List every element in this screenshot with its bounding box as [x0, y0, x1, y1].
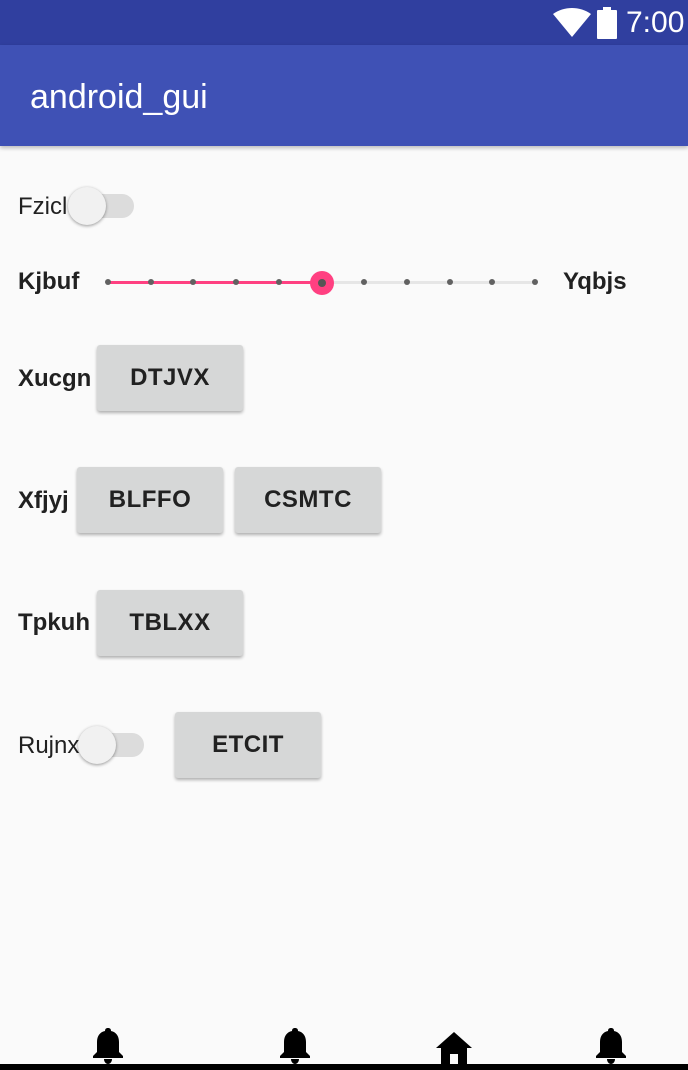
seekbar-tick: [361, 279, 368, 285]
bell-icon[interactable]: [278, 1026, 312, 1064]
switch-thumb: [78, 726, 116, 764]
status-time: 7:00: [626, 6, 685, 39]
tblxx-button[interactable]: TBLXX: [97, 590, 243, 656]
wifi-icon: [553, 8, 591, 37]
seekbar-tick: [446, 279, 453, 285]
seekbar-progress: [108, 281, 322, 284]
seekbar-tick: [275, 279, 282, 285]
bell-icon[interactable]: [594, 1026, 628, 1064]
seekbar-tick: [532, 279, 538, 285]
csmtc-button[interactable]: CSMTC: [235, 467, 381, 533]
app-bar: android_gui: [0, 45, 688, 146]
rujnx-switch[interactable]: [78, 725, 148, 765]
seekbar-tick: [489, 279, 496, 285]
rujnx-label: Rujnx: [18, 732, 80, 759]
seekbar-tick: [105, 279, 111, 285]
nav-bar-base: [0, 1064, 688, 1070]
app-title: android_gui: [30, 78, 208, 116]
battery-icon: [597, 7, 617, 39]
tpkuh-label: Tpkuh: [18, 609, 90, 636]
dtjvx-button[interactable]: DTJVX: [97, 345, 243, 411]
slider-right-label: Yqbjs: [563, 268, 627, 295]
switch-thumb: [68, 187, 106, 225]
fzicl-switch[interactable]: [68, 186, 138, 226]
fzicl-label: Fzicl: [18, 193, 68, 220]
seekbar-tick: [147, 279, 154, 285]
bell-icon[interactable]: [91, 1026, 125, 1064]
seekbar-tick: [190, 279, 197, 285]
status-bar: 7:00: [0, 0, 688, 45]
home-icon[interactable]: [436, 1026, 472, 1064]
blffo-button[interactable]: BLFFO: [77, 467, 223, 533]
xucgn-label: Xucgn: [18, 365, 92, 392]
etcit-button[interactable]: ETCIT: [175, 712, 321, 778]
seekbar-tick: [233, 279, 240, 285]
seekbar-thumb[interactable]: [309, 271, 334, 295]
seekbar[interactable]: [98, 266, 546, 298]
seekbar-tick: [403, 279, 410, 285]
slider-left-label: Kjbuf: [18, 268, 80, 295]
bottom-nav: [0, 1018, 688, 1070]
xfjyj-label: Xfjyj: [18, 487, 69, 514]
